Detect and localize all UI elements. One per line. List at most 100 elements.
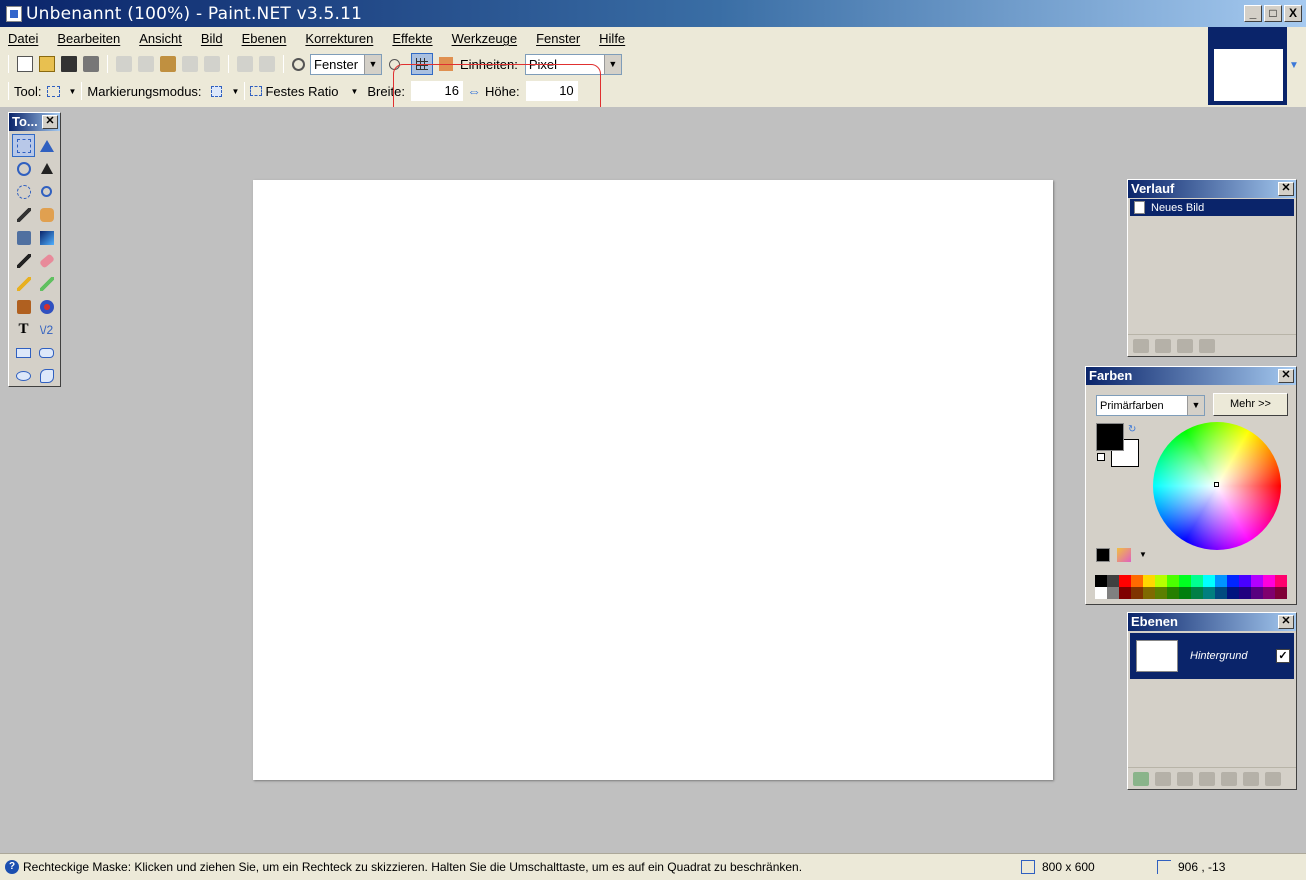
line-curve-icon[interactable]: \/2 <box>35 318 58 341</box>
chevron-down-icon[interactable]: ▼ <box>68 87 76 96</box>
palette-swatch[interactable] <box>1215 575 1227 587</box>
pencil-icon[interactable] <box>12 272 35 295</box>
print-icon[interactable] <box>83 56 99 72</box>
menu-bild[interactable]: Bild <box>201 31 223 47</box>
palette-swatch[interactable] <box>1275 587 1287 599</box>
units-select[interactable]: Pixel ▼ <box>524 53 622 75</box>
reset-colors-icon[interactable] <box>1097 453 1105 461</box>
palette-swatch[interactable] <box>1215 587 1227 599</box>
layer-visibility-checkbox[interactable]: ✓ <box>1276 649 1290 663</box>
rounded-rectangle-icon[interactable] <box>35 341 58 364</box>
chevron-down-icon[interactable]: ▼ <box>1139 550 1147 559</box>
redo-icon[interactable] <box>1177 338 1193 353</box>
palette-swatch[interactable] <box>1263 575 1275 587</box>
minimize-button[interactable]: _ <box>1244 5 1262 22</box>
palette-swatch[interactable] <box>1275 575 1287 587</box>
chevron-down-icon[interactable]: ▼ <box>232 87 240 96</box>
palette-swatch[interactable] <box>1263 587 1275 599</box>
maximize-button[interactable]: □ <box>1264 5 1282 22</box>
palette-swatch[interactable] <box>1227 587 1239 599</box>
chevron-down-icon[interactable]: ▼ <box>350 87 358 96</box>
deselect-icon[interactable] <box>204 56 220 72</box>
color-picker-icon[interactable] <box>35 272 58 295</box>
palette-swatch[interactable] <box>1167 575 1179 587</box>
paste-icon[interactable] <box>160 56 176 72</box>
palette-swatch[interactable] <box>1227 575 1239 587</box>
new-file-icon[interactable] <box>17 56 33 72</box>
more-colors-button[interactable]: Mehr >> <box>1213 393 1288 416</box>
redo-icon[interactable] <box>259 56 275 72</box>
lasso-select-icon[interactable] <box>12 157 35 180</box>
chevron-down-icon[interactable]: ▼ <box>1289 60 1299 71</box>
menu-hilfe[interactable]: Hilfe <box>599 31 625 47</box>
palette-swatch[interactable] <box>1251 575 1263 587</box>
width-input[interactable]: 16 <box>410 81 463 101</box>
palette-swatch[interactable] <box>1167 587 1179 599</box>
palette-swatch[interactable] <box>1239 587 1251 599</box>
rewind-icon[interactable] <box>1133 338 1149 353</box>
move-selected-icon[interactable] <box>35 157 58 180</box>
height-input[interactable]: 10 <box>525 81 578 101</box>
palette-swatch[interactable] <box>1107 575 1119 587</box>
menu-datei[interactable]: Datei <box>8 31 38 47</box>
ruler-icon[interactable] <box>439 57 453 71</box>
duplicate-layer-icon[interactable] <box>1177 771 1193 786</box>
palette-swatch[interactable] <box>1155 587 1167 599</box>
palette-swatch[interactable] <box>1179 575 1191 587</box>
close-icon[interactable]: ✕ <box>42 115 58 129</box>
ratio-mode-button[interactable]: Festes Ratio <box>265 84 338 99</box>
freeform-shape-icon[interactable] <box>35 364 58 387</box>
menu-ansicht[interactable]: Ansicht <box>139 31 182 47</box>
close-icon[interactable]: ✕ <box>1278 182 1294 196</box>
menu-effekte[interactable]: Effekte <box>392 31 432 47</box>
swap-colors-icon[interactable]: ↻ <box>1128 424 1136 435</box>
menu-werkzeuge[interactable]: Werkzeuge <box>452 31 518 47</box>
move-layer-up-icon[interactable] <box>1221 771 1237 786</box>
image-canvas[interactable] <box>253 180 1053 780</box>
palette-swatch[interactable] <box>1119 587 1131 599</box>
undo-icon[interactable] <box>237 56 253 72</box>
add-to-palette-icon[interactable] <box>1096 548 1110 562</box>
move-selection-icon[interactable] <box>35 134 58 157</box>
palette-swatch[interactable] <box>1095 587 1107 599</box>
zoom-in-icon[interactable] <box>389 58 400 70</box>
palette-swatch[interactable] <box>1179 587 1191 599</box>
ellipse-select-icon[interactable] <box>12 180 35 203</box>
gradient-icon[interactable] <box>35 226 58 249</box>
palette-swatch[interactable] <box>1191 587 1203 599</box>
rectangle-icon[interactable] <box>12 341 35 364</box>
menu-bearbeiten[interactable]: Bearbeiten <box>57 31 120 47</box>
menu-fenster[interactable]: Fenster <box>536 31 580 47</box>
menu-ebenen[interactable]: Ebenen <box>242 31 287 47</box>
magic-wand-icon[interactable] <box>12 203 35 226</box>
add-layer-icon[interactable] <box>1133 771 1149 786</box>
cut-icon[interactable] <box>116 56 132 72</box>
palette-swatch[interactable] <box>1131 587 1143 599</box>
palette-swatch[interactable] <box>1131 575 1143 587</box>
zoom-out-icon[interactable] <box>292 57 305 71</box>
color-mode-select[interactable]: Primärfarben ▼ <box>1096 395 1205 416</box>
layer-properties-icon[interactable] <box>1265 771 1281 786</box>
delete-layer-icon[interactable] <box>1155 771 1171 786</box>
fast-forward-icon[interactable] <box>1199 338 1215 353</box>
primary-color-swatch[interactable] <box>1096 423 1124 451</box>
rectangle-select-icon[interactable] <box>12 134 35 157</box>
palette-swatch[interactable] <box>1143 587 1155 599</box>
palette-swatch[interactable] <box>1203 587 1215 599</box>
swap-dimensions-icon[interactable]: ⇔ <box>467 83 481 99</box>
zoom-icon[interactable] <box>35 180 58 203</box>
move-layer-down-icon[interactable] <box>1243 771 1259 786</box>
palette-swatch[interactable] <box>1119 575 1131 587</box>
palette-swatch[interactable] <box>1203 575 1215 587</box>
recolor-icon[interactable] <box>35 295 58 318</box>
text-icon[interactable]: T <box>12 318 35 341</box>
close-button[interactable]: X <box>1284 5 1302 22</box>
palette-swatch[interactable] <box>1239 575 1251 587</box>
rectangle-select-icon[interactable] <box>47 85 61 97</box>
clone-stamp-icon[interactable] <box>12 295 35 318</box>
palette-swatch[interactable] <box>1251 587 1263 599</box>
palette-swatch[interactable] <box>1143 575 1155 587</box>
crop-icon[interactable] <box>182 56 198 72</box>
palette-swatch[interactable] <box>1155 575 1167 587</box>
open-file-icon[interactable] <box>39 56 55 72</box>
